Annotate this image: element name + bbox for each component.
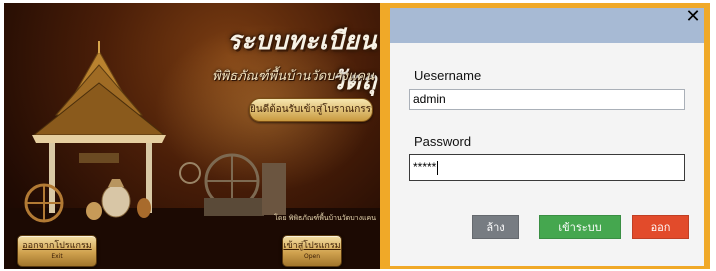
museum-name: พิพิธภัณฑ์พื้นบ้านวัดบางแคน: [212, 69, 374, 84]
login-dialog: ✕ Uesername admin Password ***** ล้าง เข…: [390, 8, 704, 266]
welcome-badge: ยินดีต้อนรับเข้าสู่โบราณกรรม: [249, 98, 373, 122]
login-button[interactable]: เข้าระบบ: [539, 215, 621, 239]
password-field[interactable]: *****: [409, 154, 685, 181]
close-icon[interactable]: ✕: [684, 8, 702, 26]
open-program-label: เข้าสู่โปรแกรม: [283, 241, 341, 251]
password-label: Password: [414, 134, 472, 149]
open-program-sublabel: Open: [303, 253, 321, 260]
exit-program-label: ออกจากโปรแกรม: [22, 241, 92, 251]
clear-button[interactable]: ล้าง: [472, 215, 519, 239]
exit-program-sublabel: Exit: [51, 253, 63, 260]
quit-button[interactable]: ออก: [632, 215, 689, 239]
password-masked-value: *****: [413, 160, 437, 174]
text-caret: [437, 160, 439, 175]
exit-program-button[interactable]: ออกจากโปรแกรม Exit: [17, 235, 97, 267]
open-program-button[interactable]: เข้าสู่โปรแกรม Open: [282, 235, 342, 267]
app-title: ระบบทะเบียนวัตถุ: [227, 26, 377, 95]
username-field[interactable]: admin: [409, 89, 685, 110]
dialog-header: ✕: [390, 8, 704, 43]
splash-panel: ระบบทะเบียนวัตถุ พิพิธภัณฑ์พื้นบ้านวัดบา…: [4, 3, 380, 269]
username-label: Uesername: [414, 68, 482, 83]
credit-text: โดย พิพิธภัณฑ์พื้นบ้านวัดบางแคน: [274, 214, 376, 222]
